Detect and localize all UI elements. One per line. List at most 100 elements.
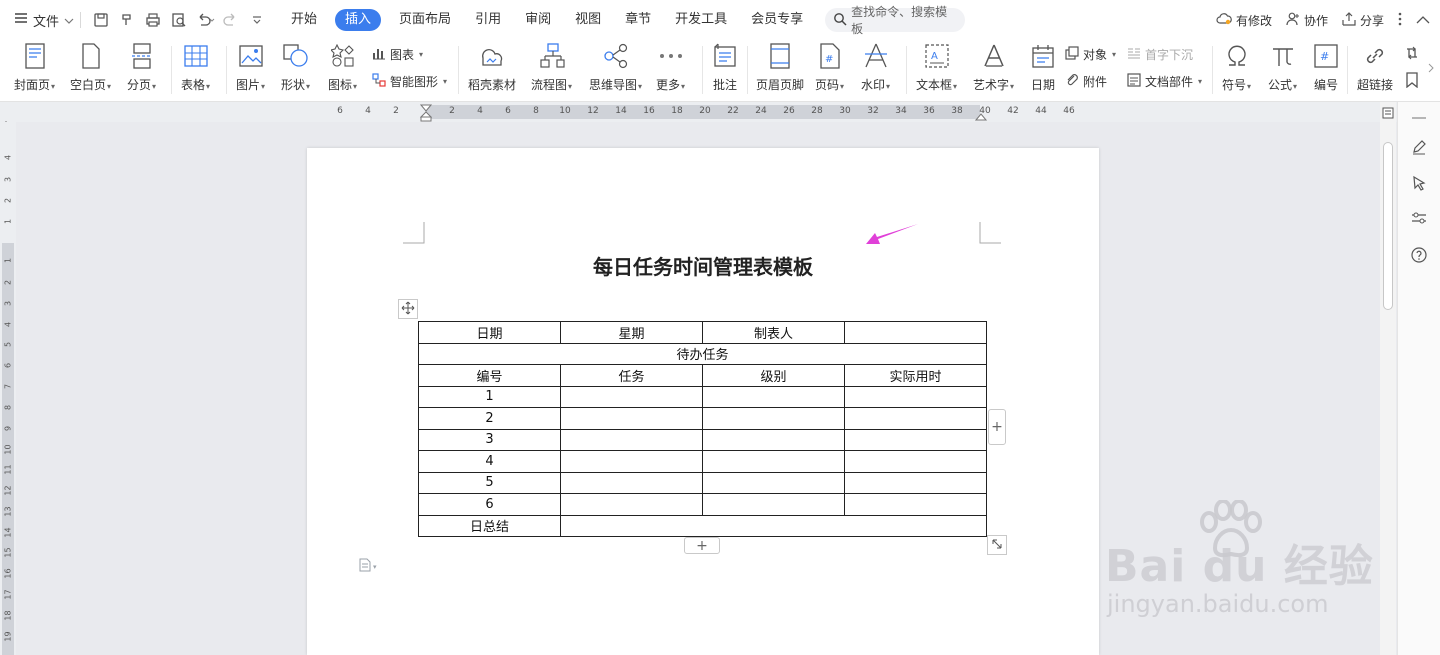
tab-developer[interactable]: 开发工具 xyxy=(675,9,727,31)
scrollbar-thumb[interactable] xyxy=(1383,142,1393,310)
customize-toolbar-icon[interactable] xyxy=(247,10,267,30)
tab-insert[interactable]: 插入 xyxy=(335,9,382,31)
hyperlink-button[interactable]: 超链接 xyxy=(1357,42,1393,93)
doc-parts-button[interactable]: 文档部件 ▾ xyxy=(1127,73,1202,90)
scroll-settings-icon[interactable] xyxy=(1382,107,1394,119)
page-number-button[interactable]: # 页码▾ xyxy=(815,42,844,93)
blank-page-button[interactable]: 空白页▾ xyxy=(70,42,111,93)
table-cell[interactable] xyxy=(844,471,987,494)
page-break-button[interactable]: 分页▾ xyxy=(127,42,156,93)
horizontal-ruler[interactable]: 6 4 2 2 4 6 8 10 12 14 16 18 20 22 24 26 28 30 32 34 36 38 40 4… xyxy=(0,102,1440,126)
more-button[interactable]: 更多▾ xyxy=(656,42,685,93)
panel-collapse-button[interactable] xyxy=(1409,106,1429,126)
table-cell[interactable]: 日期 xyxy=(418,321,561,344)
table-cell[interactable]: 2 xyxy=(418,407,561,430)
table-button[interactable]: 表格▾ xyxy=(181,42,210,93)
icons-button[interactable]: 图标▾ xyxy=(328,42,357,93)
more-options-icon[interactable] xyxy=(1398,12,1402,29)
table-cell[interactable] xyxy=(702,385,845,408)
collapse-ribbon-icon[interactable] xyxy=(1416,13,1430,27)
comment-button[interactable]: 批注 xyxy=(711,42,739,93)
table-cell[interactable] xyxy=(844,493,987,516)
table-move-handle[interactable] xyxy=(398,299,418,319)
table-cell[interactable] xyxy=(702,428,845,451)
date-button[interactable]: 日期 xyxy=(1029,42,1057,93)
undo-icon[interactable] xyxy=(195,10,215,30)
tab-review[interactable]: 审阅 xyxy=(525,9,551,31)
attachment-button[interactable]: 附件 xyxy=(1065,73,1107,90)
table-cell[interactable] xyxy=(844,321,987,344)
table-cell[interactable] xyxy=(844,450,987,473)
table-cell[interactable]: 制表人 xyxy=(702,321,845,344)
smart-shape-button[interactable]: 智能图形 ▾ xyxy=(372,73,447,90)
table-cell[interactable]: 3 xyxy=(418,428,561,451)
docer-assets-button[interactable]: 稻壳素材 xyxy=(468,42,516,93)
table-resize-handle[interactable] xyxy=(987,535,1007,555)
collaborate-button[interactable]: 协作 xyxy=(1286,12,1328,29)
tab-member[interactable]: 会员专享 xyxy=(751,9,803,31)
symbol-button[interactable]: 符号▾ xyxy=(1222,42,1251,93)
table-section-heading[interactable]: 待办任务 xyxy=(418,342,987,365)
add-row-button[interactable]: + xyxy=(684,537,720,554)
table-header-cell[interactable]: 实际用时 xyxy=(844,364,987,387)
table-cell[interactable] xyxy=(844,428,987,451)
table-cell[interactable] xyxy=(560,428,703,451)
modified-status-button[interactable]: 有修改 xyxy=(1216,12,1272,29)
header-footer-button[interactable]: 页眉页脚 xyxy=(756,42,804,93)
settings-sliders-button[interactable] xyxy=(1409,209,1429,229)
table-cell[interactable] xyxy=(702,493,845,516)
object-button[interactable]: 对象 ▾ xyxy=(1065,46,1116,63)
wordart-button[interactable]: 艺术字▾ xyxy=(973,42,1014,93)
help-button[interactable] xyxy=(1409,246,1429,266)
print-icon[interactable] xyxy=(143,10,163,30)
save-icon[interactable] xyxy=(91,10,111,30)
table-cell[interactable]: 5 xyxy=(418,471,561,494)
document-title[interactable]: 每日任务时间管理表模板 xyxy=(307,251,1099,280)
watermark-button[interactable]: 水印▾ xyxy=(861,42,890,93)
file-menu[interactable]: 文件 xyxy=(14,11,74,30)
tab-section[interactable]: 章节 xyxy=(625,9,651,31)
textbox-button[interactable]: A 文本框▾ xyxy=(916,42,957,93)
table-header-cell[interactable]: 编号 xyxy=(418,364,561,387)
table-header-cell[interactable]: 任务 xyxy=(560,364,703,387)
table-cell[interactable]: 6 xyxy=(418,493,561,516)
vertical-ruler[interactable]: 4 3 2 1 1 2 3 4 5 6 7 8 9 10 11 12 13 14 15 16 17 18 19 xyxy=(0,122,16,655)
paragraph-menu-button[interactable]: ▾ xyxy=(359,558,377,575)
table-cell[interactable]: 1 xyxy=(418,385,561,408)
cover-page-button[interactable]: 封面页▾ xyxy=(14,42,55,93)
share-button[interactable]: 分享 xyxy=(1342,11,1384,29)
numbering-button[interactable]: # 编号 xyxy=(1312,42,1340,93)
task-table[interactable]: 日期 星期 制表人 待办任务 编号 任务 级别 实际用时 1 2 3 4 5 6… xyxy=(418,321,987,537)
drop-cap-button[interactable]: 首字下沉 xyxy=(1127,46,1193,63)
command-search-input[interactable]: 查找命令、搜索模板 xyxy=(825,5,966,36)
indent-marker-icon[interactable] xyxy=(419,104,433,125)
tab-references[interactable]: 引用 xyxy=(475,9,501,31)
table-cell[interactable]: 星期 xyxy=(560,321,703,344)
cross-reference-button[interactable] xyxy=(1405,45,1421,64)
table-cell[interactable] xyxy=(844,385,987,408)
ribbon-scroll-right[interactable] xyxy=(1428,62,1434,76)
table-cell[interactable] xyxy=(702,450,845,473)
table-cell[interactable] xyxy=(560,471,703,494)
table-cell[interactable] xyxy=(844,407,987,430)
flowchart-button[interactable]: 流程图▾ xyxy=(531,42,572,93)
formula-button[interactable]: 公式▾ xyxy=(1268,42,1297,93)
table-summary-cell[interactable] xyxy=(560,514,987,537)
chart-button[interactable]: 图表 ▾ xyxy=(372,46,423,63)
table-cell[interactable] xyxy=(702,471,845,494)
table-summary-label[interactable]: 日总结 xyxy=(418,514,561,537)
edit-pen-button[interactable] xyxy=(1409,138,1429,158)
table-cell[interactable] xyxy=(560,385,703,408)
tab-page-layout[interactable]: 页面布局 xyxy=(399,9,451,31)
tab-home[interactable]: 开始 xyxy=(291,9,317,31)
table-cell[interactable] xyxy=(560,407,703,430)
select-cursor-button[interactable] xyxy=(1409,174,1429,194)
picture-button[interactable]: 图片▾ xyxy=(236,42,265,93)
redo-icon[interactable] xyxy=(221,10,241,30)
shape-button[interactable]: 形状▾ xyxy=(281,42,310,93)
mindmap-button[interactable]: 思维导图▾ xyxy=(589,42,642,93)
format-painter-icon[interactable] xyxy=(117,10,137,30)
table-cell[interactable] xyxy=(560,493,703,516)
table-header-cell[interactable]: 级别 xyxy=(702,364,845,387)
tab-view[interactable]: 视图 xyxy=(575,9,601,31)
